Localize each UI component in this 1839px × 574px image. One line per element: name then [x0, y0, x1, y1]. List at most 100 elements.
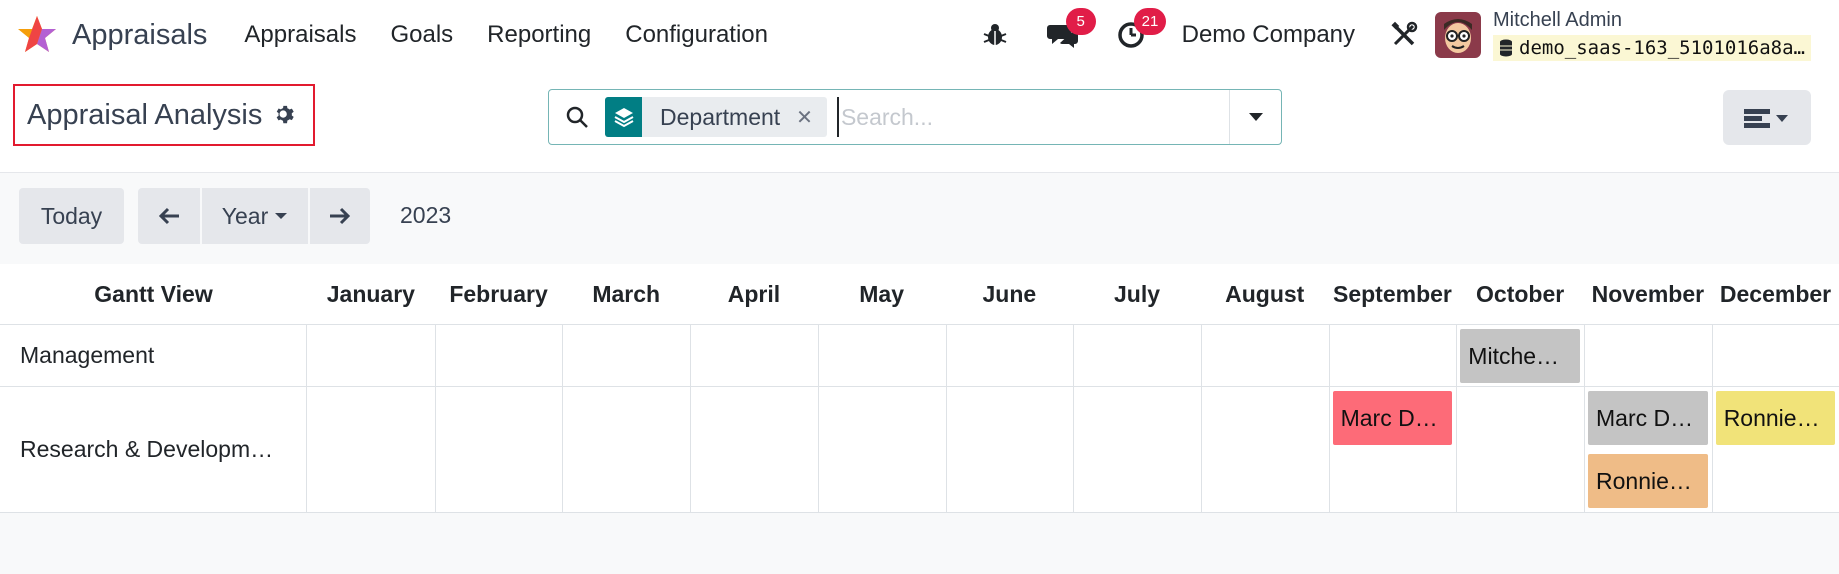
month-header-january: January	[326, 280, 415, 307]
layers-icon	[614, 108, 633, 128]
avatar[interactable]	[1435, 12, 1482, 58]
grid-line	[817, 387, 819, 512]
view-switcher-icon	[1744, 108, 1788, 128]
gantt-row: Management Mitche…	[0, 325, 1839, 387]
grid-line	[1073, 325, 1075, 386]
close-icon[interactable]: ✕	[796, 105, 827, 130]
month-header-june: June	[982, 280, 1037, 307]
user-name: Mitchell Admin	[1493, 9, 1622, 31]
company-switcher[interactable]: Demo Company	[1182, 21, 1355, 49]
gantt-toolbar: Today Year 2023	[0, 174, 1839, 264]
grid-line	[1456, 325, 1458, 386]
grid-line	[817, 325, 819, 386]
grid-line	[1328, 325, 1330, 386]
group-by-facet-icon	[605, 97, 642, 137]
caret-down-icon	[1248, 113, 1263, 121]
grid-line	[562, 325, 564, 386]
gantt-pill[interactable]: Marc D…	[1588, 391, 1708, 445]
menu-item-reporting[interactable]: Reporting	[470, 21, 608, 49]
month-header-may: May	[859, 280, 905, 307]
grid-line	[434, 387, 436, 512]
month-header-august: August	[1225, 280, 1305, 307]
user-menu[interactable]: Mitchell Admin demo_saas-163_5101016a8a…	[1493, 9, 1811, 61]
database-name: demo_saas-163_5101016a8a…	[1493, 35, 1811, 61]
messages-count-badge: 5	[1065, 8, 1096, 35]
grid-line	[1200, 325, 1202, 386]
top-navbar: Appraisals Appraisals Goals Reporting Co…	[0, 0, 1839, 70]
grid-line	[1584, 325, 1585, 386]
grid-line	[1200, 387, 1202, 512]
search-button[interactable]	[549, 105, 605, 129]
settings-tools-button[interactable]	[1387, 18, 1421, 52]
facet-label: Department	[660, 103, 781, 130]
debug-button[interactable]	[978, 18, 1012, 52]
bug-icon	[983, 24, 1006, 45]
grid-line	[945, 387, 947, 512]
gantt-pill[interactable]: Ronnie…	[1715, 391, 1836, 445]
activities-button[interactable]: 21	[1114, 8, 1167, 52]
arrow-left-icon	[158, 207, 179, 225]
month-header-march: March	[592, 280, 661, 307]
user-avatar-image	[1435, 12, 1482, 58]
caret-down-icon	[275, 213, 288, 219]
month-header-september: September	[1333, 280, 1452, 307]
grid-line	[434, 325, 436, 386]
page-title: Appraisal Analysis	[27, 98, 263, 131]
today-button[interactable]: Today	[19, 188, 124, 244]
activities-count-badge: 21	[1133, 8, 1167, 35]
menu-item-configuration[interactable]: Configuration	[608, 21, 785, 49]
range-label: 2023	[400, 202, 452, 228]
row-label-management: Management	[0, 325, 307, 386]
scale-dropdown[interactable]: Year	[200, 188, 308, 244]
month-header-october: October	[1476, 280, 1565, 307]
grid-line	[1328, 387, 1330, 512]
row-label-research-development: Research & Developm…	[0, 387, 307, 512]
main-menu: Appraisals Goals Reporting Configuration	[227, 21, 785, 49]
month-header-february: February	[449, 280, 548, 307]
scale-label: Year	[221, 202, 269, 229]
gantt-pill[interactable]: Marc D…	[1332, 391, 1453, 445]
messages-button[interactable]: 5	[1046, 8, 1096, 52]
breadcrumb: Appraisal Analysis	[13, 84, 315, 146]
odoo-star-logo	[18, 16, 56, 52]
brand[interactable]: Appraisals	[16, 14, 207, 56]
next-button[interactable]	[308, 188, 370, 244]
database-icon	[1500, 39, 1513, 57]
previous-button[interactable]	[138, 188, 200, 244]
grid-line	[1073, 387, 1075, 512]
month-header-november: November	[1591, 280, 1705, 307]
view-switcher-button[interactable]	[1723, 90, 1811, 145]
systray: 5 21 Demo Company Mitchell Admin demo_sa…	[978, 0, 1839, 70]
grid-line	[690, 387, 692, 512]
search-input[interactable]	[836, 97, 1217, 137]
search-bar: Department ✕	[548, 89, 1282, 145]
grid-line	[690, 325, 692, 386]
month-header-december: December	[1719, 280, 1832, 307]
grid-line	[1456, 387, 1458, 512]
gear-icon	[277, 105, 295, 124]
grid-line	[1711, 325, 1713, 386]
grid-line	[1711, 387, 1713, 512]
month-header-july: July	[1114, 280, 1161, 307]
grid-line	[1584, 387, 1585, 512]
grid-line	[562, 387, 564, 512]
range-navigation: Year	[138, 188, 370, 244]
grid-line	[945, 325, 947, 386]
action-menu-button[interactable]	[274, 104, 296, 126]
gantt-pill[interactable]: Mitche…	[1460, 329, 1580, 383]
gantt-row: Research & Developm… Marc D… Marc D… Ronni…	[0, 387, 1839, 513]
gantt-view: Gantt View January February March April May J…	[0, 264, 1839, 513]
control-panel: Appraisal Analysis Department ✕	[0, 70, 1839, 173]
menu-item-goals[interactable]: Goals	[373, 21, 470, 49]
gantt-title: Gantt View	[94, 280, 213, 307]
arrow-right-icon	[330, 207, 351, 225]
search-icon	[566, 106, 588, 128]
tools-icon	[1391, 21, 1418, 46]
month-header-april: April	[727, 280, 781, 307]
menu-item-appraisals[interactable]: Appraisals	[227, 21, 373, 49]
search-options-toggle[interactable]	[1229, 90, 1281, 144]
gantt-pill[interactable]: Ronnie…	[1588, 454, 1708, 508]
app-name[interactable]: Appraisals	[72, 19, 207, 52]
search-facet-department: Department ✕	[605, 97, 827, 137]
gantt-header: Gantt View January February March April May J…	[0, 264, 1839, 325]
